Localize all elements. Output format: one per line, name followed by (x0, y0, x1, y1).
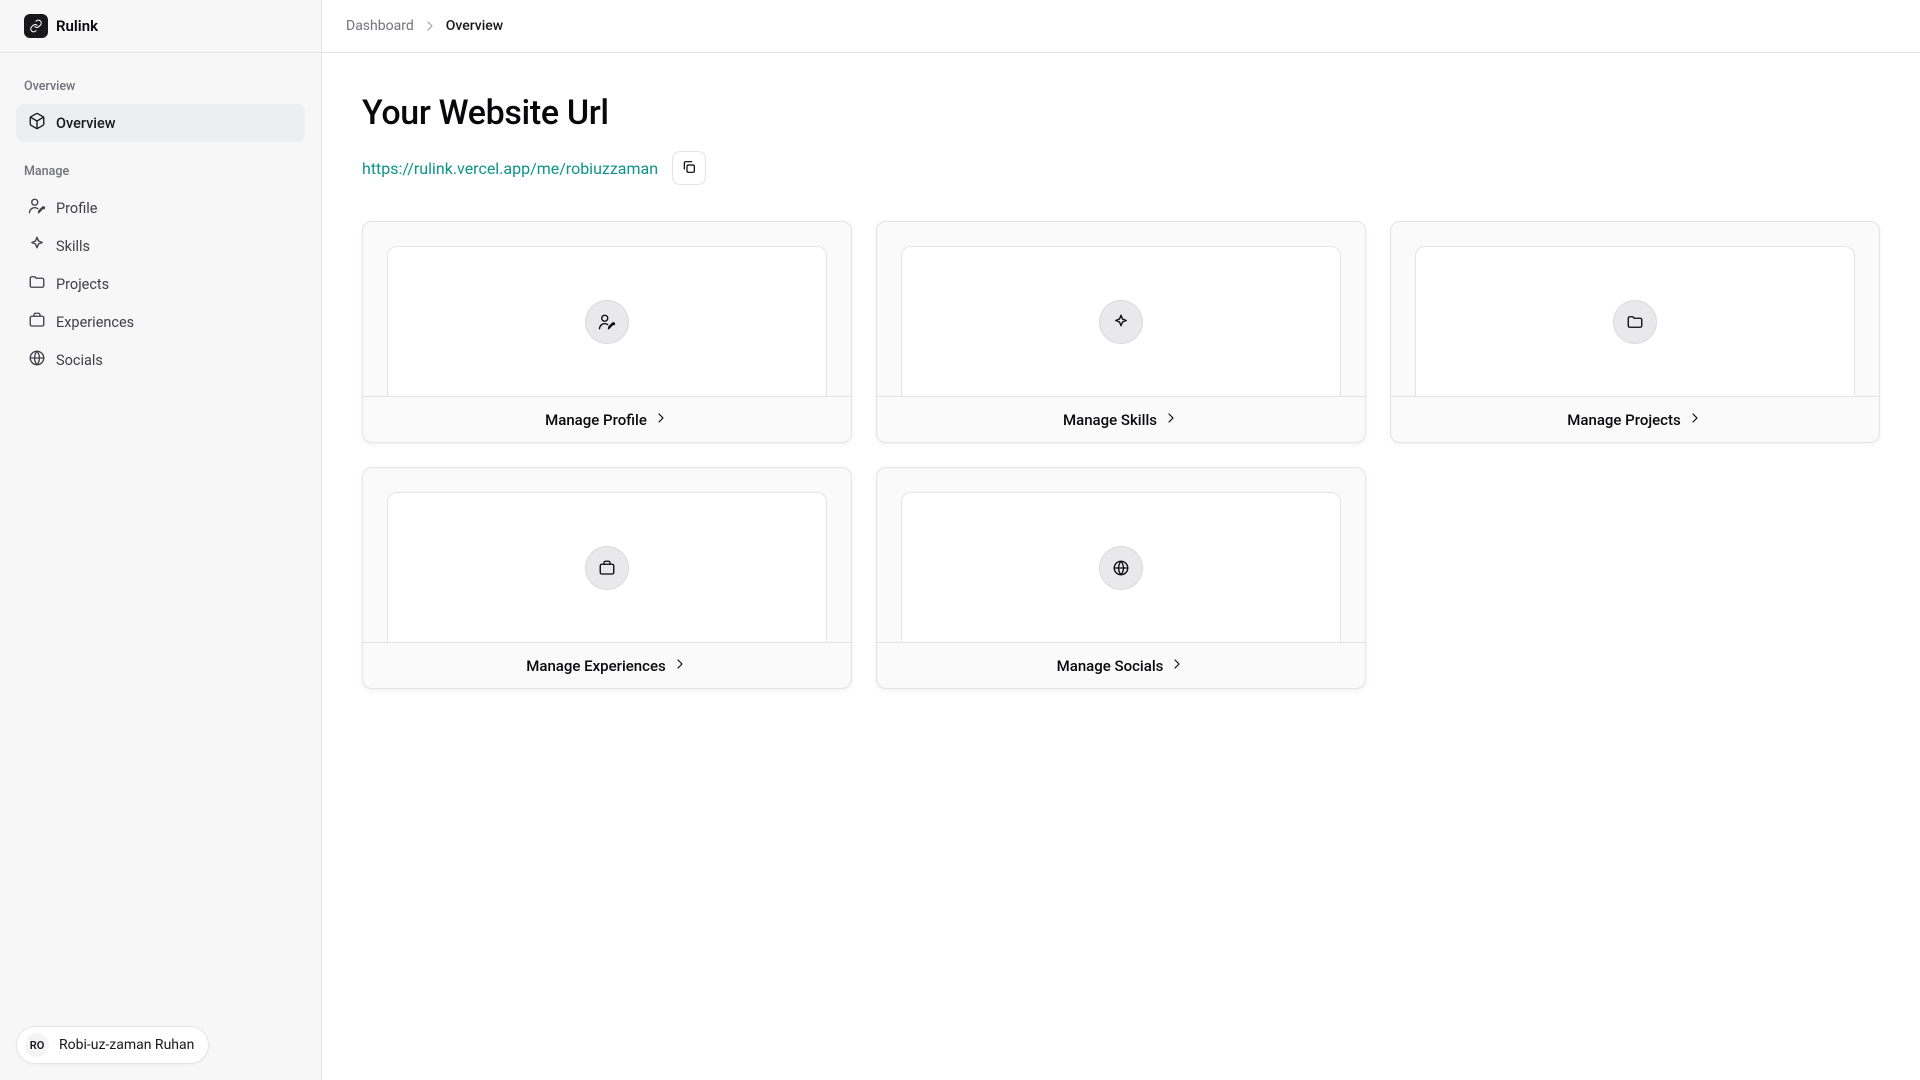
brand-name: Rulink (56, 17, 98, 35)
sparkle-icon (1099, 300, 1143, 344)
chevron-right-icon (1163, 410, 1179, 430)
breadcrumb-root[interactable]: Dashboard (346, 18, 414, 34)
sidebar-footer: RO Robi-uz-zaman Ruhan (0, 1010, 321, 1080)
card-manage-projects[interactable]: Manage Projects (1390, 221, 1880, 443)
breadcrumb-bar: Dashboard Overview (322, 0, 1920, 53)
sidebar-header: Rulink (0, 0, 321, 53)
card-manage-socials[interactable]: Manage Socials (876, 467, 1366, 689)
card-manage-skills[interactable]: Manage Skills (876, 221, 1366, 443)
card-manage-profile[interactable]: Manage Profile (362, 221, 852, 443)
nav-item-socials[interactable]: Socials (16, 341, 305, 379)
website-url-link[interactable]: https://rulink.vercel.app/me/robiuzzaman (362, 159, 658, 178)
nav-item-label: Skills (56, 238, 90, 255)
card-label: Manage Socials (1057, 657, 1164, 675)
card-label: Manage Skills (1063, 411, 1157, 429)
nav-item-skills[interactable]: Skills (16, 227, 305, 265)
user-name: Robi-uz-zaman Ruhan (59, 1037, 194, 1053)
sidebar-nav: Overview Overview Manage Profile Skills (0, 53, 321, 1010)
nav-section-overview-label: Overview (16, 75, 305, 104)
briefcase-icon (585, 546, 629, 590)
user-edit-icon (28, 197, 46, 219)
nav-item-label: Overview (56, 115, 116, 132)
copy-url-button[interactable] (672, 151, 706, 185)
nav-item-label: Socials (56, 352, 103, 369)
globe-icon (28, 349, 46, 371)
folder-icon (28, 273, 46, 295)
nav-item-overview[interactable]: Overview (16, 104, 305, 142)
copy-icon (681, 159, 697, 178)
main: Dashboard Overview Your Website Url http… (322, 0, 1920, 1080)
chevron-right-icon (1169, 656, 1185, 676)
breadcrumb-current: Overview (446, 18, 503, 34)
cards-grid: Manage Profile Manage Skills Manage Proj… (362, 221, 1880, 689)
nav-item-experiences[interactable]: Experiences (16, 303, 305, 341)
logo-icon (24, 14, 48, 38)
nav-section-manage-label: Manage (16, 160, 305, 189)
card-manage-experiences[interactable]: Manage Experiences (362, 467, 852, 689)
user-menu-button[interactable]: RO Robi-uz-zaman Ruhan (16, 1026, 209, 1064)
card-label: Manage Profile (545, 411, 647, 429)
url-row: https://rulink.vercel.app/me/robiuzzaman (362, 151, 1880, 185)
nav-item-label: Experiences (56, 314, 134, 331)
chevron-right-icon (1687, 410, 1703, 430)
page-title: Your Website Url (362, 93, 1880, 133)
sparkle-icon (28, 235, 46, 257)
chevron-right-icon (422, 18, 438, 34)
nav-item-label: Profile (56, 200, 97, 217)
nav-item-label: Projects (56, 276, 109, 293)
user-edit-icon (585, 300, 629, 344)
folder-icon (1613, 300, 1657, 344)
briefcase-icon (28, 311, 46, 333)
nav-item-projects[interactable]: Projects (16, 265, 305, 303)
content: Your Website Url https://rulink.vercel.a… (322, 53, 1920, 1080)
box-icon (28, 112, 46, 134)
chevron-right-icon (653, 410, 669, 430)
sidebar: Rulink Overview Overview Manage Profile … (0, 0, 322, 1080)
card-label: Manage Projects (1567, 411, 1680, 429)
nav-item-profile[interactable]: Profile (16, 189, 305, 227)
avatar: RO (25, 1033, 49, 1057)
globe-icon (1099, 546, 1143, 590)
chevron-right-icon (672, 656, 688, 676)
card-label: Manage Experiences (526, 657, 665, 675)
